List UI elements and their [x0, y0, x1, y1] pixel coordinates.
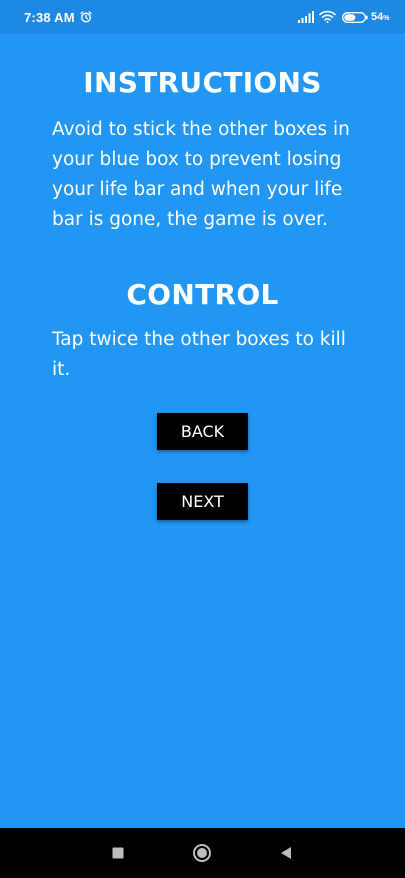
- status-bar: 7:38 AM 54%: [0, 0, 405, 34]
- recent-apps-icon[interactable]: [108, 843, 128, 863]
- battery-percentage: 54%: [371, 11, 389, 23]
- app-screen: 7:38 AM 54% INSTRUCTIONS Avoid to stick …: [0, 0, 405, 878]
- navigation-bar: [0, 828, 405, 878]
- control-text: Tap twice the other boxes to kill it.: [52, 329, 346, 380]
- status-time: 7:38 AM: [24, 10, 75, 25]
- back-button[interactable]: BACK: [157, 413, 248, 450]
- back-icon[interactable]: [276, 843, 296, 863]
- battery-icon: [342, 12, 368, 23]
- control-title: CONTROL: [126, 278, 279, 311]
- home-icon[interactable]: [192, 843, 212, 863]
- battery-level: 54: [371, 11, 384, 23]
- battery-unit: %: [383, 15, 390, 22]
- signal-icon: [298, 11, 314, 23]
- next-button[interactable]: NEXT: [157, 483, 248, 520]
- alarm-icon: [80, 11, 92, 23]
- instructions-text: Avoid to stick the other boxes in your b…: [52, 119, 350, 230]
- wifi-icon: [319, 10, 336, 23]
- main-content: INSTRUCTIONS Avoid to stick the other bo…: [0, 34, 405, 828]
- instructions-title: INSTRUCTIONS: [83, 66, 322, 99]
